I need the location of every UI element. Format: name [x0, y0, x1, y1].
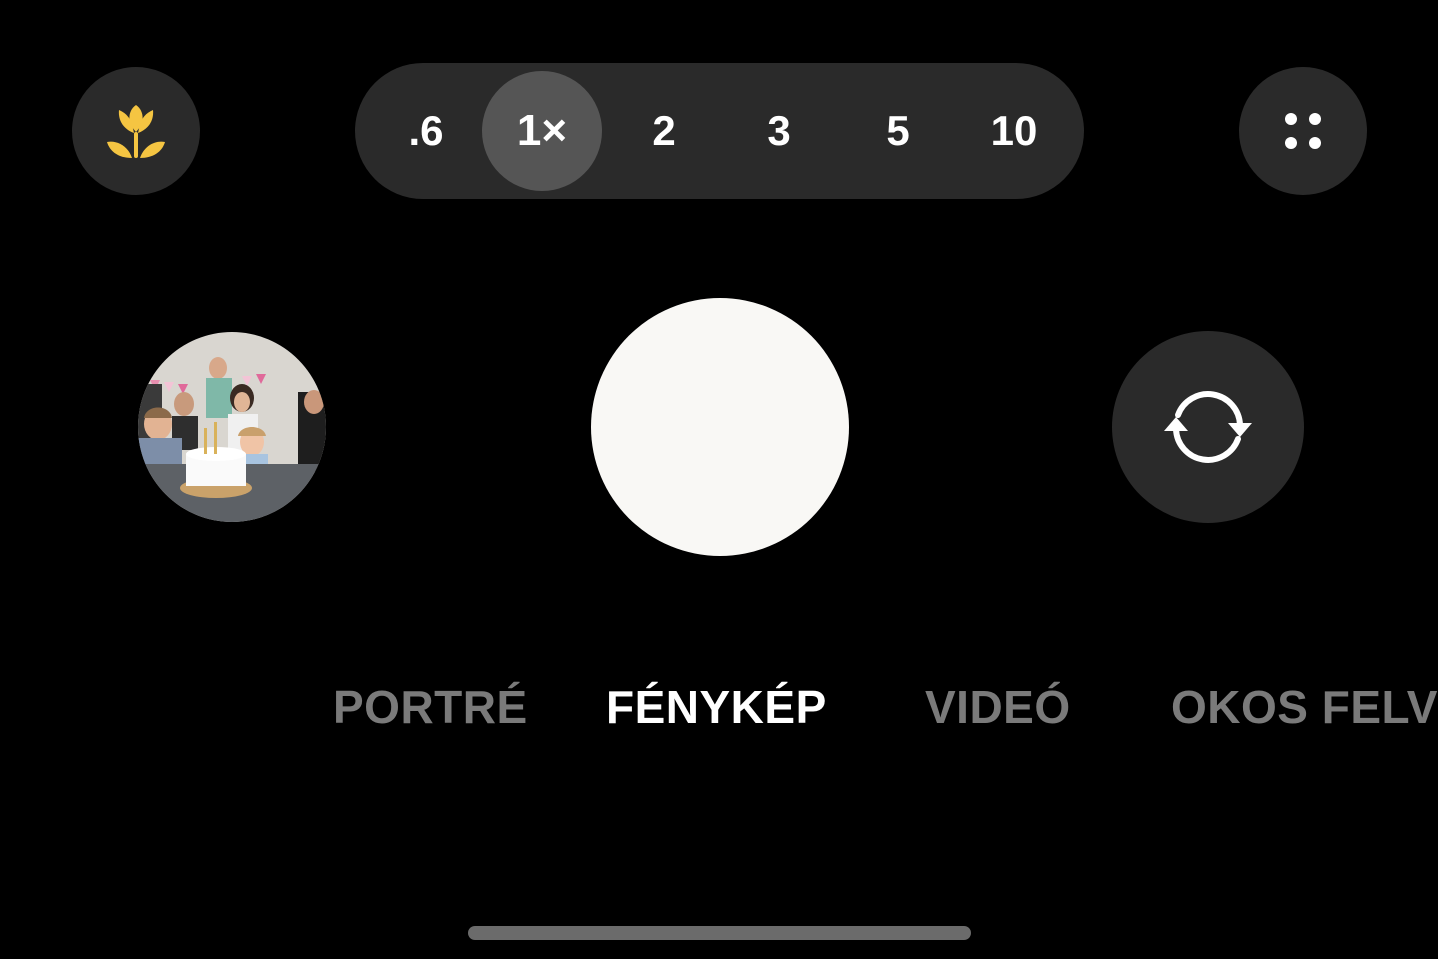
mode-smart-capture[interactable]: OKOS FELVÉ	[1171, 680, 1438, 734]
zoom-option-0-6[interactable]: .6	[408, 63, 443, 199]
zoom-option-3[interactable]: 3	[767, 63, 790, 199]
gallery-thumbnail[interactable]	[138, 332, 326, 522]
rotate-camera-icon	[1164, 391, 1252, 463]
macro-button[interactable]	[72, 67, 200, 195]
zoom-option-5[interactable]: 5	[886, 63, 909, 199]
more-settings-button[interactable]	[1239, 67, 1367, 195]
zoom-option-10[interactable]: 10	[991, 63, 1038, 199]
mode-portrait[interactable]: PORTRÉ	[333, 680, 528, 734]
zoom-option-1x[interactable]: 1×	[482, 71, 602, 191]
flip-camera-button[interactable]	[1112, 331, 1304, 523]
four-dots-icon	[1285, 113, 1321, 149]
mode-photo[interactable]: FÉNYKÉP	[606, 680, 827, 734]
shutter-button[interactable]	[591, 298, 849, 556]
mode-video[interactable]: VIDEÓ	[925, 680, 1071, 734]
photo-thumbnail	[138, 332, 326, 522]
zoom-option-2[interactable]: 2	[652, 63, 675, 199]
zoom-selector: .6 1× 2 3 5 10	[355, 63, 1084, 199]
flower-macro-icon	[107, 105, 165, 158]
home-indicator[interactable]	[468, 926, 971, 940]
